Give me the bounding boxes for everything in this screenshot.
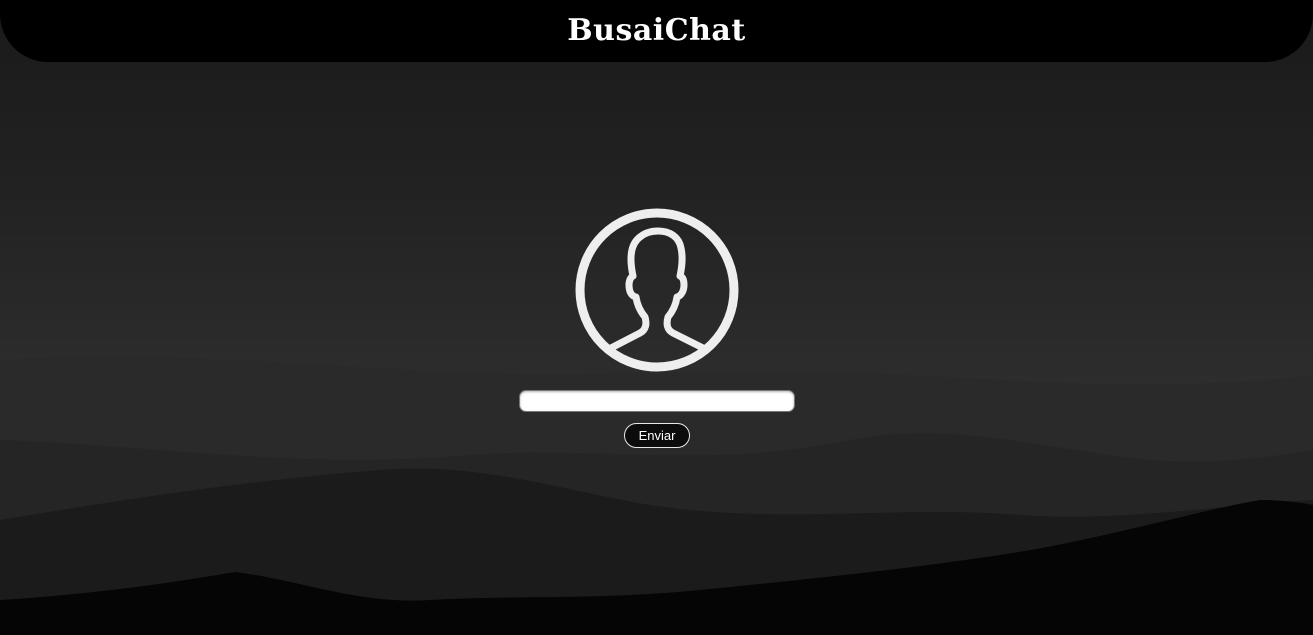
app-title: BusaiChat — [567, 12, 746, 48]
user-silhouette-icon — [575, 208, 739, 372]
name-input[interactable] — [519, 390, 795, 412]
send-button[interactable]: Enviar — [624, 423, 690, 448]
header-bar: BusaiChat — [0, 0, 1313, 62]
login-page: BusaiChat Enviar — [0, 0, 1313, 635]
